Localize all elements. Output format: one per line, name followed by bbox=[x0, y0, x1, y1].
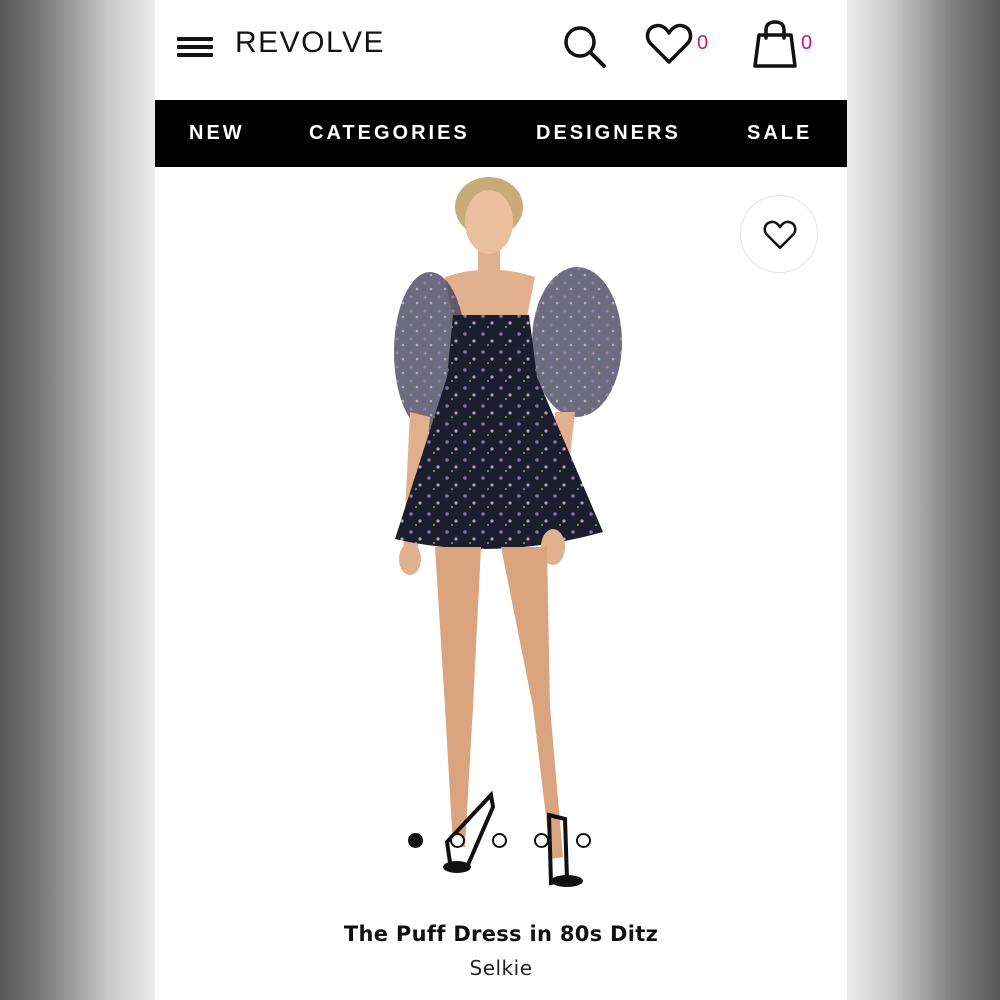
wishlist-count: 0 bbox=[697, 32, 709, 54]
carousel-dot[interactable] bbox=[534, 833, 549, 848]
nav-new[interactable]: NEW bbox=[189, 122, 245, 145]
search-icon bbox=[564, 26, 606, 68]
hamburger-menu-icon[interactable] bbox=[177, 34, 215, 60]
shopping-bag-button[interactable]: 0 bbox=[751, 18, 821, 70]
carousel-dot[interactable] bbox=[492, 833, 507, 848]
carousel-dot[interactable] bbox=[408, 833, 423, 848]
bag-count: 0 bbox=[801, 32, 813, 54]
add-to-favorites-button[interactable] bbox=[740, 195, 818, 273]
mobile-screen: REVOLVE 0 0 NEW CATEGORIES DESIGNERS SAL… bbox=[155, 0, 847, 1000]
product-name[interactable]: The Puff Dress in 80s Ditz bbox=[155, 922, 847, 946]
product-brand[interactable]: Selkie bbox=[155, 956, 847, 980]
heart-icon bbox=[645, 23, 693, 64]
product-photo bbox=[394, 177, 622, 887]
carousel-dot[interactable] bbox=[450, 833, 465, 848]
shopping-bag-icon bbox=[753, 20, 797, 68]
revolve-logo[interactable]: REVOLVE bbox=[235, 26, 385, 60]
product-image-gallery[interactable] bbox=[155, 167, 847, 900]
background-right bbox=[847, 0, 1000, 1000]
search-button[interactable] bbox=[560, 22, 608, 70]
carousel-dots bbox=[408, 832, 598, 852]
background-left bbox=[0, 0, 155, 1000]
site-header: REVOLVE 0 0 bbox=[155, 0, 847, 100]
nav-sale[interactable]: SALE bbox=[747, 122, 812, 145]
wishlist-button[interactable]: 0 bbox=[645, 22, 715, 70]
heart-outline-icon bbox=[763, 220, 797, 249]
product-caption: The Puff Dress in 80s Ditz Selkie bbox=[155, 900, 847, 1000]
nav-categories[interactable]: CATEGORIES bbox=[309, 122, 470, 145]
main-nav: NEW CATEGORIES DESIGNERS SALE bbox=[155, 100, 847, 167]
carousel-dot[interactable] bbox=[576, 833, 591, 848]
nav-designers[interactable]: DESIGNERS bbox=[536, 122, 681, 145]
